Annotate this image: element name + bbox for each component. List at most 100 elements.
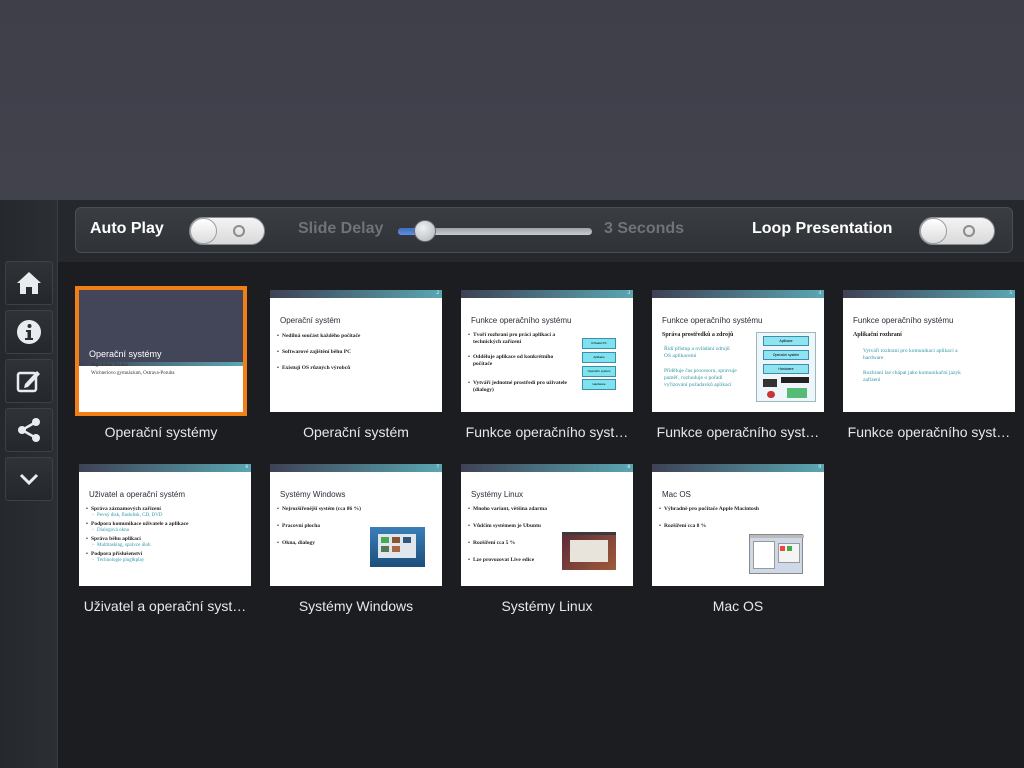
slide-subbullet: Dialogová okna	[92, 528, 197, 534]
slide-bullet: Výhradně pro počítače Apple Macintosh	[659, 506, 794, 513]
slide-number: 7	[436, 465, 440, 470]
slide-bullet: Tvoří rozhraní pro práci aplikací a tech…	[468, 332, 569, 346]
slide-title: Funkce operačního systému	[853, 316, 954, 325]
slide-bullet: Správa běhu aplikací	[86, 536, 199, 543]
slide-header-bar: 2	[270, 290, 442, 298]
loop-presentation-toggle[interactable]	[919, 217, 995, 245]
slide-bullet: Mnoho variant, většina zdarma	[468, 506, 581, 513]
home-button[interactable]	[5, 261, 53, 305]
slide-caption: Systémy Windows	[298, 598, 414, 614]
edit-icon	[16, 371, 40, 393]
share-button[interactable]	[5, 408, 53, 452]
panel-bar	[562, 532, 616, 535]
slide-thumbnail[interactable]: 8 Systémy Linux Mnoho variant, většina z…	[461, 464, 633, 586]
home-icon	[17, 272, 41, 294]
slide-thumbnail[interactable]: 2 Operační systém Nedílná součást každéh…	[270, 290, 442, 412]
diagram-box: Operační systém	[763, 350, 809, 360]
slide-thumbnail[interactable]: 9 Mac OS Výhradně pro počítače Apple Mac…	[652, 464, 824, 586]
toggle-knob	[920, 218, 947, 244]
share-icon	[18, 418, 40, 442]
diagram-box: Aplikace	[763, 336, 809, 346]
menu-bar	[750, 535, 804, 538]
auto-play-label: Auto Play	[90, 220, 164, 237]
slide-subbullet: Multitasking, správce úloh	[92, 543, 197, 549]
slide-header-bar: 3	[461, 290, 633, 298]
layer-diagram: Uživatel PC Aplikace Operační systém Har…	[582, 338, 616, 390]
info-button[interactable]	[5, 310, 53, 354]
slide-header-bar: 8	[461, 464, 633, 472]
slide-line: Mgr. Libor Kiubal	[91, 363, 128, 368]
slide-caption: Mac OS	[712, 598, 764, 614]
slide-subbullet: Technologie plug&play	[92, 558, 197, 564]
slide-title: Funkce operačního systému	[662, 316, 763, 325]
slide-bullet: Softwarové zajištění běhu PC	[277, 349, 390, 356]
slide-thumbnail[interactable]: 7 Systémy Windows Nejrozšířenější systém…	[270, 464, 442, 586]
slide-number: 5	[1009, 291, 1013, 296]
slide-bullet: Správa záznamových zařízení	[86, 506, 199, 513]
slide-delay-label: Slide Delay	[298, 220, 384, 237]
slide-bullet: Nejrozšířenější systém (cca 86 %)	[277, 506, 390, 513]
slide-title: Funkce operačního systému	[471, 316, 572, 325]
diagram-box: Hardware	[582, 379, 616, 390]
loop-presentation-label: Loop Presentation	[752, 220, 893, 237]
toggle-off-indicator	[233, 225, 245, 237]
slide-bullet: Podpora komunikace uživatele a aplikace	[86, 521, 199, 528]
window-picture	[753, 541, 775, 569]
slide-thumbnail[interactable]: 3 Funkce operačního systému Tvoří rozhra…	[461, 290, 633, 412]
slide-line: Wichterlovo gymnázium, Ostrava-Poruba	[91, 371, 175, 376]
slide-bullet: Existují OS různých výrobců	[277, 365, 390, 372]
slide-caption: Funkce operačního syst…	[847, 424, 1011, 440]
top-empty-area	[0, 0, 1024, 200]
macos-screenshot	[749, 534, 804, 574]
toggle-off-indicator	[963, 225, 975, 237]
slide-title: Mac OS	[662, 490, 691, 499]
slide-bullet: Odděluje aplikace od konkrétního počítač…	[468, 354, 569, 368]
slide-caption: Uživatel a operační syst…	[83, 598, 247, 614]
slide-thumbnail[interactable]: 6 Uživatel a operační systém Správa zázn…	[79, 464, 251, 586]
slide-title: Uživatel a operační systém	[89, 490, 186, 499]
slide-delay-value: 3 Seconds	[604, 220, 685, 237]
edit-button[interactable]	[5, 359, 53, 403]
hardware-diagram: Aplikace Operační systém Hardware	[756, 332, 816, 402]
slide-bullet: Nedílná součást každého počítače	[277, 333, 390, 340]
slide-subtitle: Aplikační rozhraní	[853, 332, 902, 338]
slide-thumbnail[interactable]: Operační systémy Mgr. Libor Kiubal Wicht…	[75, 286, 247, 416]
diagram-box: Aplikace	[582, 352, 616, 363]
toolbar-area: Auto Play Slide Delay 3 Seconds Loop Pre…	[58, 200, 1024, 262]
slide-subtitle: Správa prostředků a zdrojů	[662, 332, 734, 338]
slide-thumbnail[interactable]: 5 Funkce operačního systému Aplikační ro…	[843, 290, 1015, 412]
linux-screenshot	[562, 532, 616, 570]
collapse-button[interactable]	[5, 457, 53, 501]
slide-subbullet: Pevný disk, flashdisk, CD, DVD	[92, 513, 197, 519]
info-icon	[17, 320, 41, 344]
diagram-box: Hardware	[763, 364, 809, 374]
slide-number: 6	[245, 465, 249, 470]
slide-caption: Funkce operačního syst…	[656, 424, 820, 440]
slide-bullet: Vytváří rozhraní pro komunikaci aplikací…	[863, 348, 958, 361]
slide-caption: Operační systém	[303, 424, 409, 440]
slide-header-bar: 4	[652, 290, 824, 298]
slide-header-bar: 6	[79, 464, 251, 472]
window-picture	[381, 537, 389, 543]
slide-thumbnail[interactable]: 4 Funkce operačního systému Správa prost…	[652, 290, 824, 412]
slide-bullet: Přiděluje čas procesoru, spravuje paměť,…	[664, 368, 737, 388]
sidebar	[0, 200, 58, 768]
slide-bullet: Vůdčím systémem je Ubuntu	[468, 523, 581, 530]
slide-bullet: Řídí přístup a ovládání zdrojů OS aplika…	[664, 346, 730, 359]
auto-play-toggle[interactable]	[189, 217, 265, 245]
slide-number: 4	[818, 291, 822, 296]
window-picture	[780, 546, 785, 551]
playback-toolbar: Auto Play Slide Delay 3 Seconds Loop Pre…	[75, 207, 1013, 253]
chevron-down-icon	[19, 473, 39, 486]
slider-thumb[interactable]	[414, 220, 436, 242]
slide-title: Operační systém	[280, 316, 341, 325]
toggle-knob	[190, 218, 217, 244]
slide-bullet: Podpora příslušenství	[86, 551, 199, 558]
window-picture	[392, 546, 400, 552]
slide-header-bar: 7	[270, 464, 442, 472]
slide-caption: Systémy Linux	[501, 598, 593, 614]
slide-title: Operační systémy	[89, 349, 162, 359]
slide-number: 8	[627, 465, 631, 470]
slide-caption: Operační systémy	[104, 424, 218, 440]
slide-bullet: Vytváří jednotné prostředí pro uživatele…	[468, 380, 569, 394]
